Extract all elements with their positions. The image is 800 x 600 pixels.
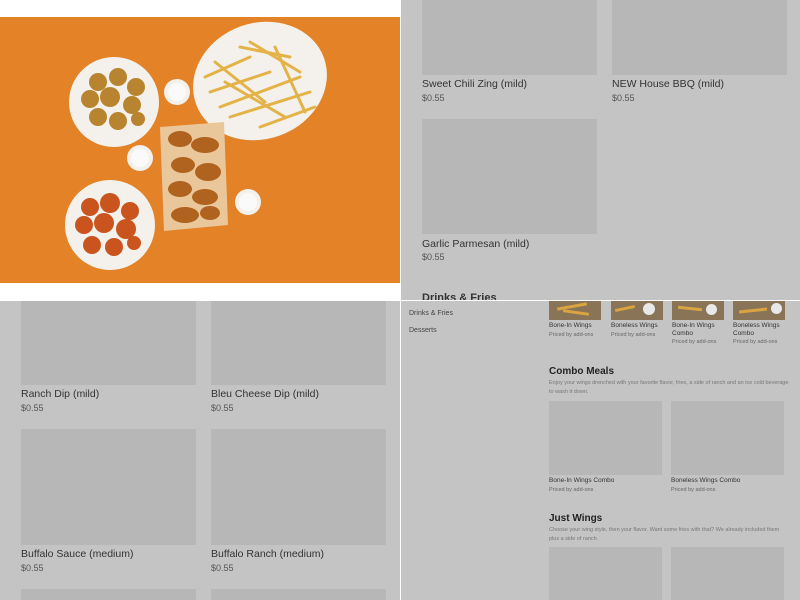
item-name[interactable]: Bleu Cheese Dip (mild) xyxy=(211,388,319,400)
item-image[interactable] xyxy=(21,429,196,545)
section-description: Choose your wing style, then your flavor… xyxy=(549,527,780,542)
item-price: Priced by add-ons xyxy=(549,332,594,338)
item-image[interactable] xyxy=(612,0,787,75)
item-name[interactable]: Bone-In Wings Combo xyxy=(549,477,614,485)
item-image[interactable] xyxy=(671,547,784,600)
section-title-just-wings: Just Wings xyxy=(549,513,603,524)
item-image[interactable] xyxy=(422,119,597,234)
item-image[interactable] xyxy=(422,0,597,75)
sauce-list-panel-top: Sweet Chili Zing (mild) $0.55 NEW House … xyxy=(401,0,800,300)
item-price: Priced by add-ons xyxy=(672,339,717,345)
nav-link-desserts[interactable]: Desserts xyxy=(409,327,437,334)
hero-panel xyxy=(0,0,400,300)
item-price: Priced by add-ons xyxy=(671,487,716,493)
item-name[interactable]: Bone-In Wings xyxy=(549,322,605,330)
section-title-combo-meals: Combo Meals xyxy=(549,366,615,377)
item-price: $0.55 xyxy=(422,93,445,103)
item-image[interactable] xyxy=(549,401,662,475)
item-image[interactable] xyxy=(211,301,386,385)
item-name[interactable]: Boneless Wings Combo xyxy=(733,322,789,338)
item-image[interactable] xyxy=(671,401,784,475)
item-image[interactable] xyxy=(21,301,196,385)
item-price: $0.55 xyxy=(612,93,635,103)
item-price: $0.55 xyxy=(422,252,445,262)
item-price: $0.55 xyxy=(211,563,234,573)
item-image[interactable] xyxy=(549,301,601,320)
item-name[interactable]: Garlic Parmesan (mild) xyxy=(422,238,529,250)
item-name[interactable]: Buffalo Ranch (medium) xyxy=(211,548,324,560)
section-description: Enjoy your wings drenched with your favo… xyxy=(549,380,789,395)
section-heading-cut: Drinks & Fries xyxy=(422,292,497,300)
item-name[interactable]: Boneless Wings xyxy=(611,322,667,330)
menu-panel: Drinks & Fries Desserts Bone-In Wings Pr… xyxy=(401,301,800,600)
item-name[interactable]: Ranch Dip (mild) xyxy=(21,388,99,400)
item-name[interactable]: NEW House BBQ (mild) xyxy=(612,78,724,90)
hero-image xyxy=(0,17,400,283)
item-name[interactable]: Sweet Chili Zing (mild) xyxy=(422,78,527,90)
item-price: $0.55 xyxy=(21,563,44,573)
item-price: $0.55 xyxy=(21,403,44,413)
nav-link-drinks-fries[interactable]: Drinks & Fries xyxy=(409,310,453,317)
item-image[interactable] xyxy=(549,547,662,600)
item-image[interactable] xyxy=(21,589,196,600)
item-image[interactable] xyxy=(733,301,785,320)
item-image[interactable] xyxy=(611,301,663,320)
item-image[interactable] xyxy=(672,301,724,320)
item-image[interactable] xyxy=(211,589,386,600)
item-price: Priced by add-ons xyxy=(611,332,656,338)
item-image[interactable] xyxy=(211,429,386,545)
sauce-list-panel-bottom: Ranch Dip (mild) $0.55 Bleu Cheese Dip (… xyxy=(0,301,400,600)
item-price: Priced by add-ons xyxy=(549,487,594,493)
item-name[interactable]: Bone-In Wings Combo xyxy=(672,322,728,338)
item-price: Priced by add-ons xyxy=(733,339,778,345)
item-name[interactable]: Boneless Wings Combo xyxy=(671,477,740,485)
item-price: $0.55 xyxy=(211,403,234,413)
item-name[interactable]: Buffalo Sauce (medium) xyxy=(21,548,133,560)
